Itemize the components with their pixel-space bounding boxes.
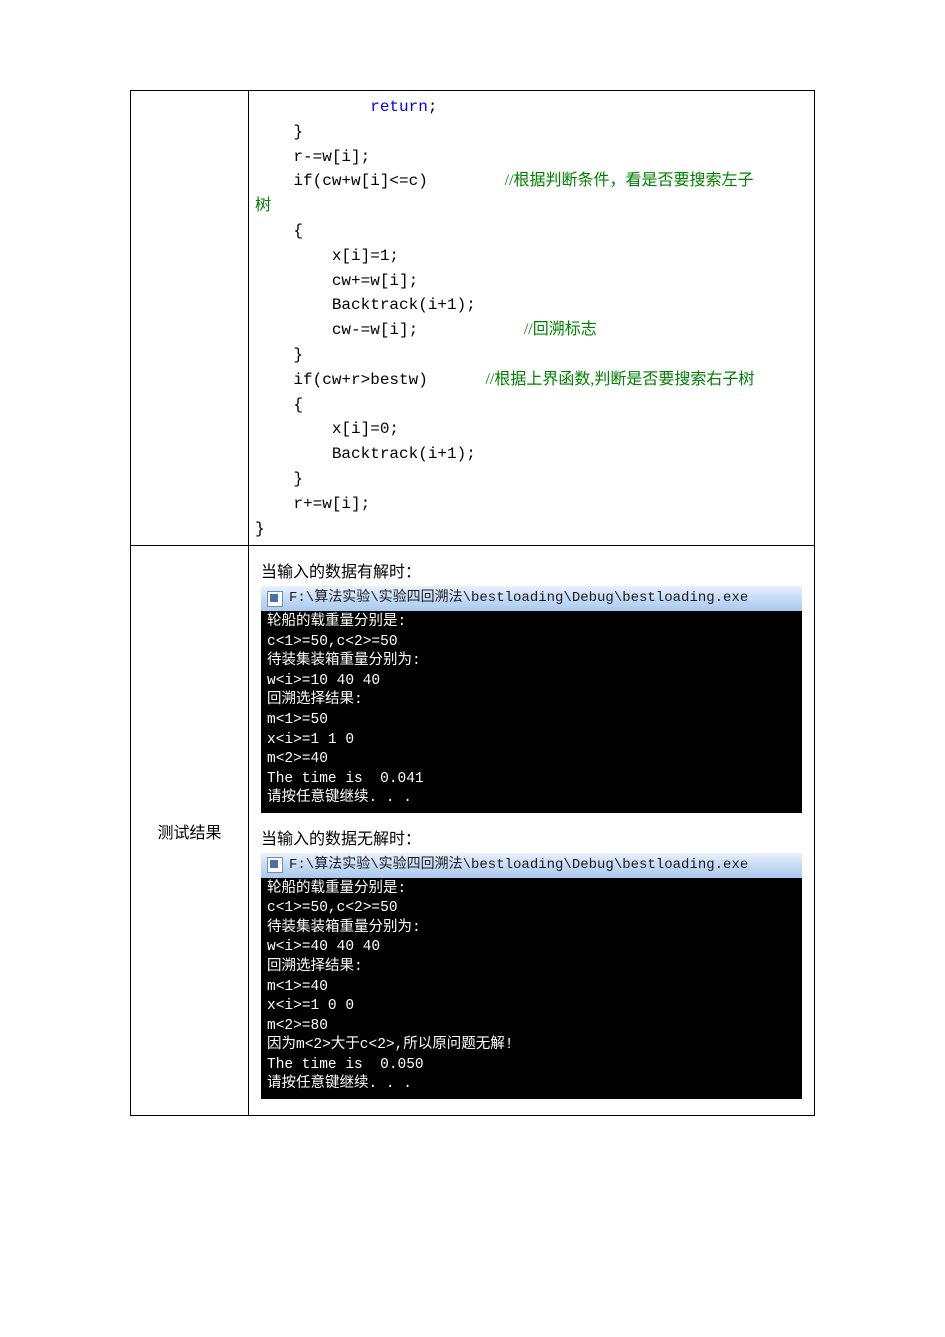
intro-no-solution: 当输入的数据无解时：	[261, 825, 802, 849]
code-row-label-cell	[131, 91, 249, 546]
code-line: x[i]=1;	[255, 247, 399, 265]
document-page: return; } r-=w[i]; if(cw+w[i]<=c) //根据判断…	[0, 0, 945, 1176]
code-comment: //回溯标志	[524, 321, 597, 338]
code-cell: return; } r-=w[i]; if(cw+w[i]<=c) //根据判断…	[249, 91, 815, 546]
result-label-cell: 测试结果	[131, 546, 249, 1116]
code-line: }	[255, 470, 303, 488]
intro-has-solution: 当输入的数据有解时：	[261, 558, 802, 582]
code-line: }	[255, 123, 303, 141]
code-text: cw-=w[i];	[255, 321, 524, 339]
code-text: if(cw+r>bestw)	[255, 371, 485, 389]
code-comment: //根据上界函数,判断是否要搜索右子树	[485, 371, 754, 388]
code-line: Backtrack(i+1);	[255, 296, 476, 314]
code-line: r+=w[i];	[255, 495, 370, 513]
code-line: Backtrack(i+1);	[255, 445, 476, 463]
code-line: cw-=w[i]; //回溯标志	[255, 321, 597, 339]
code-comment: //根据判断条件，看是否要搜索左子	[505, 172, 754, 189]
result-cell: 当输入的数据有解时： F:\算法实验\实验四回溯法\bestloading\De…	[249, 546, 815, 1116]
code-text: if(cw+w[i]<=c)	[255, 172, 505, 190]
code-line: cw+=w[i];	[255, 272, 418, 290]
code-line: {	[255, 222, 303, 240]
result-label: 测试结果	[157, 825, 221, 842]
console-title-text: F:\算法实验\实验四回溯法\bestloading\Debug\bestloa…	[289, 589, 748, 608]
code-line: }	[255, 346, 303, 364]
console-no: F:\算法实验\实验四回溯法\bestloading\Debug\bestloa…	[261, 853, 802, 1099]
console-body-no: 轮船的载重量分别是: c<1>=50,c<2>=50 待装集装箱重量分别为: w…	[261, 878, 802, 1099]
result-row: 测试结果 当输入的数据有解时： F:\算法实验\实验四回溯法\bestloadi…	[131, 546, 815, 1116]
console-body-ok: 轮船的载重量分别是: c<1>=50,c<2>=50 待装集装箱重量分别为: w…	[261, 611, 802, 813]
code-line: if(cw+w[i]<=c) //根据判断条件，看是否要搜索左子	[255, 172, 754, 190]
console-ok: F:\算法实验\实验四回溯法\bestloading\Debug\bestloa…	[261, 586, 802, 813]
code-line: return;	[255, 98, 437, 116]
console-titlebar: F:\算法实验\实验四回溯法\bestloading\Debug\bestloa…	[261, 853, 802, 878]
code-line: r-=w[i];	[255, 148, 370, 166]
code-line: x[i]=0;	[255, 420, 399, 438]
console-titlebar: F:\算法实验\实验四回溯法\bestloading\Debug\bestloa…	[261, 586, 802, 611]
code-line: if(cw+r>bestw) //根据上界函数,判断是否要搜索右子树	[255, 371, 754, 389]
code-line: {	[255, 396, 303, 414]
window-icon	[267, 591, 283, 607]
console-title-text: F:\算法实验\实验四回溯法\bestloading\Debug\bestloa…	[289, 856, 748, 875]
code-line: }	[255, 520, 265, 538]
content-table: return; } r-=w[i]; if(cw+w[i]<=c) //根据判断…	[130, 90, 815, 1116]
code-comment: 树	[255, 197, 271, 214]
code-row: return; } r-=w[i]; if(cw+w[i]<=c) //根据判断…	[131, 91, 815, 546]
window-icon	[267, 857, 283, 873]
keyword-return: return	[370, 98, 428, 116]
